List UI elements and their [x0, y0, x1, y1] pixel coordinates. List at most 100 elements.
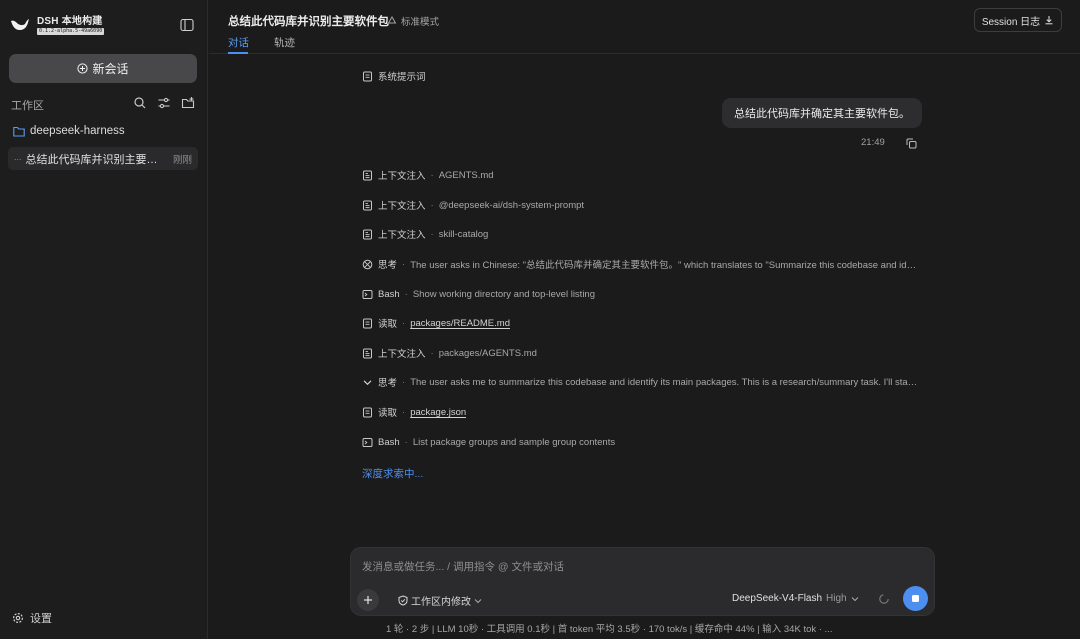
- terminal-icon: [362, 437, 373, 447]
- event-kind: 上下文注入: [378, 230, 426, 241]
- event-row[interactable]: 思考 · The user asks in Chinese: "总结此代码库并确…: [362, 256, 920, 272]
- attach-button[interactable]: [357, 589, 379, 611]
- settings-label: 设置: [30, 613, 52, 625]
- file-link[interactable]: packages/README.md: [410, 318, 510, 329]
- user-message-text: 总结此代码库并确定其主要软件包。: [734, 108, 910, 120]
- event-row[interactable]: 上下文注入 · @deepseek-ai/dsh-system-prompt: [362, 197, 584, 213]
- file-icon: [363, 407, 372, 417]
- event-row[interactable]: 读取 · package.json: [362, 404, 466, 420]
- event-row[interactable]: 上下文注入 · skill-catalog: [362, 226, 488, 242]
- stop-button[interactable]: [903, 586, 928, 611]
- separator-dot: ·: [430, 347, 434, 359]
- event-row[interactable]: 读取 · packages/README.md: [362, 315, 510, 331]
- event-detail: @deepseek-ai/dsh-system-prompt: [438, 199, 585, 211]
- event-kind: 思考: [378, 378, 398, 389]
- chevron-down-icon: [474, 598, 482, 603]
- separator-dot: ·: [402, 258, 406, 270]
- model-name: DeepSeek-V4-Flash: [732, 593, 823, 604]
- separator-dot: ·: [402, 317, 406, 329]
- event-kind: 读取: [378, 408, 398, 419]
- settings-button[interactable]: 设置: [12, 610, 52, 626]
- tab-trace[interactable]: 轨迹: [274, 35, 295, 50]
- permission-label: 工作区内修改: [411, 597, 471, 608]
- status-bar: 1 轮 · 2 步 | LLM 10秒 · 工具调用 0.1秒 | 首 toke…: [386, 624, 833, 635]
- new-folder-icon[interactable]: [181, 96, 195, 110]
- event-row[interactable]: 上下文注入 · packages/AGENTS.md: [362, 345, 537, 361]
- workspace-tools: [133, 96, 195, 110]
- search-icon[interactable]: [133, 96, 147, 110]
- event-kind: 读取: [378, 319, 398, 330]
- message-input[interactable]: [362, 561, 922, 573]
- event-row[interactable]: 上下文注入 · AGENTS.md: [362, 167, 494, 183]
- page-title: 总结此代码库并识别主要软件包: [228, 16, 389, 28]
- session-log-button[interactable]: Session 日志: [974, 8, 1062, 32]
- chevron-down-icon[interactable]: [362, 377, 373, 388]
- message-composer: 工作区内修改 DeepSeek-V4-Flash High: [350, 547, 935, 616]
- workspace-label: 工作区: [11, 100, 44, 112]
- whale-logo-icon: [11, 18, 29, 30]
- event-kind: Bash: [378, 288, 400, 300]
- model-selector[interactable]: DeepSeek-V4-Flash High: [732, 593, 859, 604]
- event-kind: Bash: [378, 436, 400, 448]
- folder-name: deepseek-harness: [30, 125, 125, 137]
- session-list-item[interactable]: ... 总结此代码库并识别主要软件包 刚刚: [8, 147, 198, 170]
- new-chat-label: 新会话: [92, 62, 129, 76]
- event-row[interactable]: 思考 · The user asks me to summarize this …: [362, 374, 920, 390]
- separator-dot: ·: [430, 228, 434, 240]
- event-kind: 上下文注入: [378, 349, 426, 360]
- separator-dot: ·: [430, 199, 434, 211]
- file-icon: [363, 71, 372, 81]
- folder-icon: [13, 126, 25, 137]
- terminal-icon: [362, 289, 373, 299]
- gear-icon: [12, 612, 24, 624]
- active-tab-indicator: [228, 52, 248, 54]
- event-detail: Show working directory and top-level lis…: [412, 288, 595, 300]
- plus-icon: [364, 596, 372, 604]
- thinking-status: 深度求索中...: [362, 468, 424, 480]
- stop-icon: [912, 595, 919, 602]
- session-time: 刚刚: [172, 154, 192, 166]
- event-detail: List package groups and sample group con…: [412, 436, 616, 448]
- mode-label: 标准模式: [401, 17, 440, 28]
- mode-indicator[interactable]: 标准模式: [387, 14, 439, 28]
- file-icon: [363, 318, 372, 328]
- context-icon: [363, 348, 372, 358]
- sidebar-toggle-icon[interactable]: [180, 18, 194, 32]
- new-chat-button[interactable]: 新会话: [9, 54, 197, 83]
- brain-icon: [362, 259, 373, 269]
- file-link[interactable]: package.json: [410, 407, 466, 418]
- event-kind: 上下文注入: [378, 171, 426, 182]
- permission-dropdown[interactable]: 工作区内修改: [395, 593, 485, 608]
- chevron-down-icon: [851, 596, 858, 601]
- recycle-icon: [387, 16, 397, 24]
- loading-spinner-icon: [879, 594, 889, 604]
- system-prompt-row[interactable]: 系统提示词: [362, 68, 426, 84]
- user-message-bubble: 总结此代码库并确定其主要软件包。: [722, 98, 922, 128]
- session-title: 总结此代码库并识别主要软件包: [25, 153, 162, 166]
- event-detail: packages/AGENTS.md: [438, 347, 537, 359]
- event-row[interactable]: Bash · Show working directory and top-le…: [362, 286, 595, 302]
- separator-dot: ·: [402, 376, 406, 388]
- separator-dot: ·: [404, 436, 408, 448]
- brand: DSH 本地构建 0.1.2-alpha.5-49a6090: [10, 12, 105, 35]
- event-kind: 上下文注入: [378, 201, 426, 212]
- message-timestamp: 21:49: [861, 137, 885, 148]
- plus-circle-icon: [77, 63, 89, 74]
- tab-chat[interactable]: 对话: [228, 35, 249, 50]
- event-row[interactable]: Bash · List package groups and sample gr…: [362, 434, 615, 450]
- session-log-label: Session 日志: [981, 16, 1041, 28]
- download-icon: [1045, 16, 1053, 25]
- filter-sliders-icon[interactable]: [157, 96, 171, 110]
- event-detail: The user asks in Chinese: "总结此代码库并确定其主要软…: [410, 260, 920, 271]
- conversation-header: 总结此代码库并识别主要软件包 标准模式 对话 轨迹 Session 日志: [209, 0, 1080, 54]
- event-detail: The user asks me to summarize this codeb…: [410, 376, 921, 388]
- context-icon: [363, 229, 372, 239]
- context-icon: [363, 200, 372, 210]
- brand-name: DSH 本地构建: [37, 16, 103, 27]
- model-effort: High: [826, 593, 847, 604]
- copy-icon[interactable]: [906, 138, 917, 149]
- separator-dot: ·: [430, 169, 434, 181]
- brand-version: 0.1.2-alpha.5-49a6090: [37, 28, 105, 35]
- session-progress-indicator: ...: [14, 151, 22, 162]
- workspace-folder[interactable]: deepseek-harness: [13, 125, 125, 137]
